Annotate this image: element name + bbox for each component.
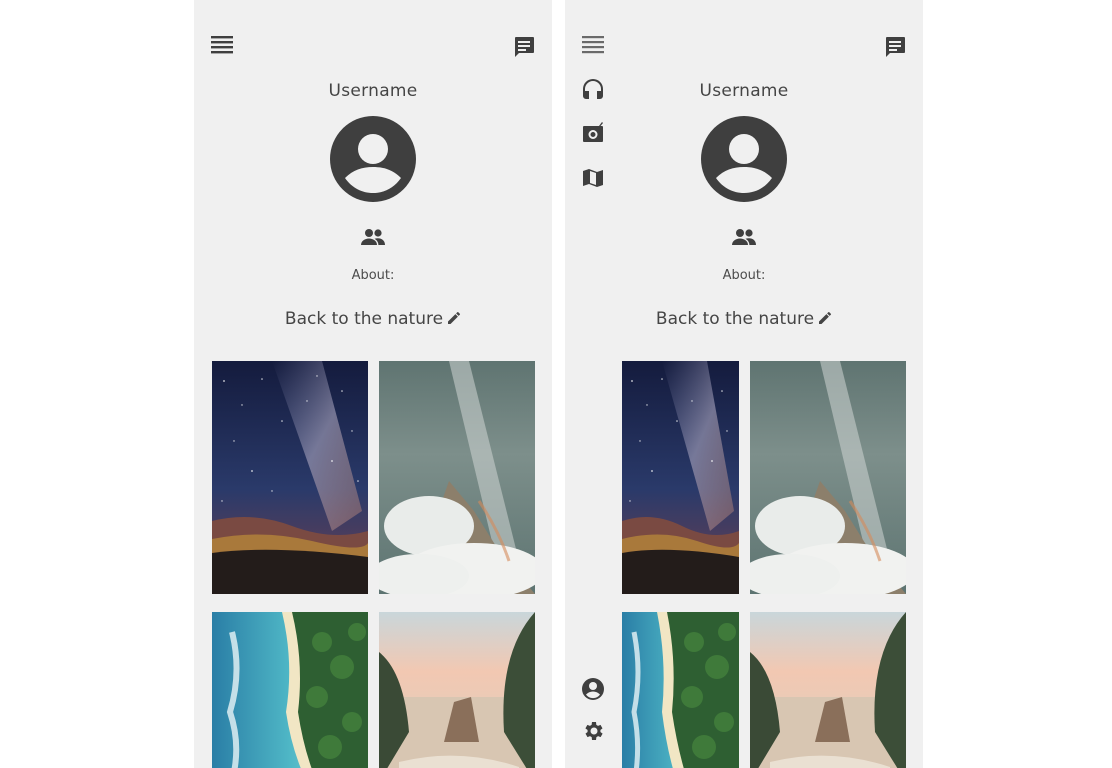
- photo-sea-rock[interactable]: [379, 612, 535, 768]
- menu-icon[interactable]: [210, 33, 234, 57]
- username: Username: [699, 81, 789, 101]
- pencil-icon[interactable]: [447, 311, 461, 325]
- avatar-icon[interactable]: [701, 116, 787, 202]
- photo-night-sky[interactable]: [212, 361, 368, 594]
- chat-icon[interactable]: [512, 35, 536, 59]
- gear-icon[interactable]: [581, 719, 605, 743]
- bio-text: Back to the nature: [284, 309, 444, 329]
- account-circle-icon[interactable]: [581, 677, 605, 701]
- map-icon[interactable]: [581, 166, 605, 190]
- photo-misty-peak[interactable]: [379, 361, 535, 594]
- about-label: About:: [722, 268, 766, 283]
- chat-icon[interactable]: [883, 35, 907, 59]
- photo-aerial-coast[interactable]: [212, 612, 368, 768]
- radio-icon[interactable]: [581, 120, 605, 144]
- avatar-icon[interactable]: [330, 116, 416, 202]
- photo-misty-peak[interactable]: [750, 361, 906, 594]
- photo-sea-rock[interactable]: [750, 612, 906, 768]
- menu-icon[interactable]: [581, 33, 605, 57]
- profile-screen: Username About: Back to the nature: [194, 0, 552, 768]
- about-label: About:: [351, 268, 395, 283]
- pencil-icon[interactable]: [818, 311, 832, 325]
- photo-aerial-coast[interactable]: [622, 612, 739, 768]
- bio: Back to the nature: [565, 309, 923, 329]
- bio-text: Back to the nature: [655, 309, 815, 329]
- people-icon[interactable]: [731, 226, 757, 248]
- username: Username: [328, 81, 418, 101]
- people-icon[interactable]: [360, 226, 386, 248]
- photo-night-sky[interactable]: [622, 361, 739, 594]
- bio: Back to the nature: [194, 309, 552, 329]
- profile-screen-drawer: Username About: Back to the nature: [565, 0, 923, 768]
